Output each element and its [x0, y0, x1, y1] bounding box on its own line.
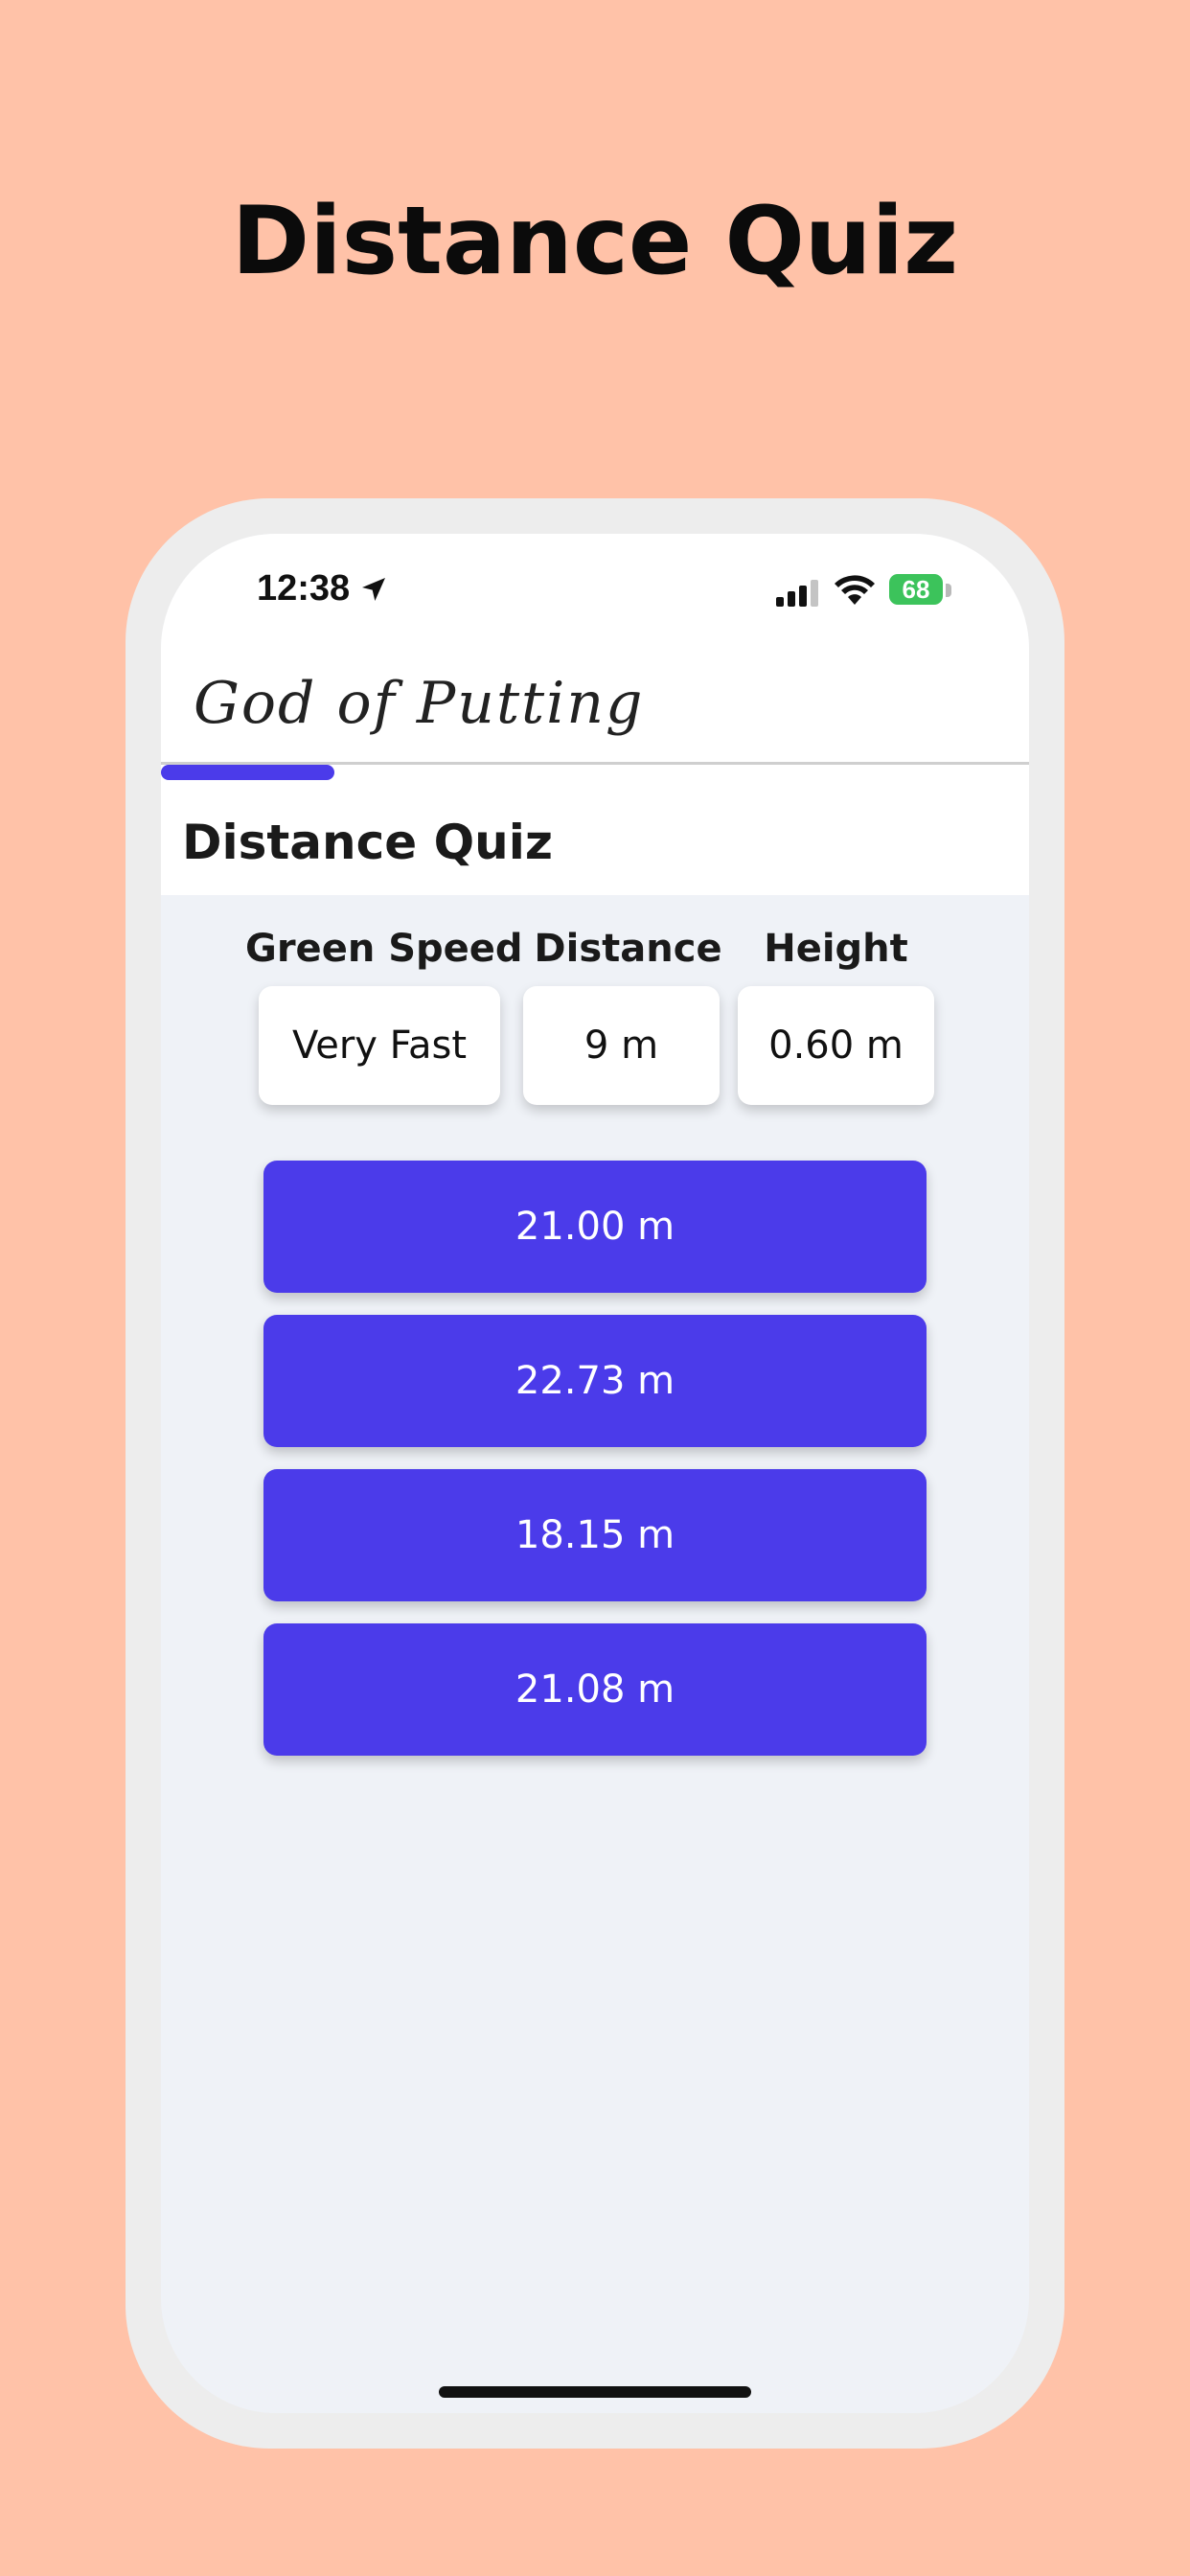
answer-button-4[interactable]: 21.08 m: [263, 1623, 927, 1756]
distance-value: 9 m: [523, 986, 720, 1105]
location-arrow-icon: [362, 578, 385, 601]
cellular-signal-icon: [776, 580, 818, 607]
height-value: 0.60 m: [738, 986, 934, 1105]
answer-button-1[interactable]: 21.00 m: [263, 1161, 927, 1293]
status-bar: 12:38 68: [161, 534, 1029, 649]
promo-title: Distance Quiz: [231, 187, 959, 296]
app-title: God of Putting: [194, 670, 645, 737]
green-speed-label: Green Speed: [245, 927, 523, 971]
home-indicator: [439, 2386, 751, 2398]
progress-bar: [161, 765, 1029, 780]
wifi-icon: [835, 575, 875, 605]
status-time: 12:38: [257, 568, 351, 609]
app-header: God of Putting: [161, 649, 1029, 765]
battery-cap: [946, 584, 951, 597]
green-speed-value: Very Fast: [259, 986, 500, 1105]
section-header: Distance Quiz: [161, 780, 1029, 895]
answer-button-3[interactable]: 18.15 m: [263, 1469, 927, 1601]
battery-icon: 68: [889, 574, 943, 605]
distance-label: Distance: [534, 927, 722, 971]
phone-screen: 12:38 68 God of Putting Distance Quiz Gr…: [161, 534, 1029, 2413]
answer-button-2[interactable]: 22.73 m: [263, 1315, 927, 1447]
height-label: Height: [764, 927, 908, 971]
progress-fill: [161, 765, 335, 780]
section-title: Distance Quiz: [182, 815, 553, 870]
